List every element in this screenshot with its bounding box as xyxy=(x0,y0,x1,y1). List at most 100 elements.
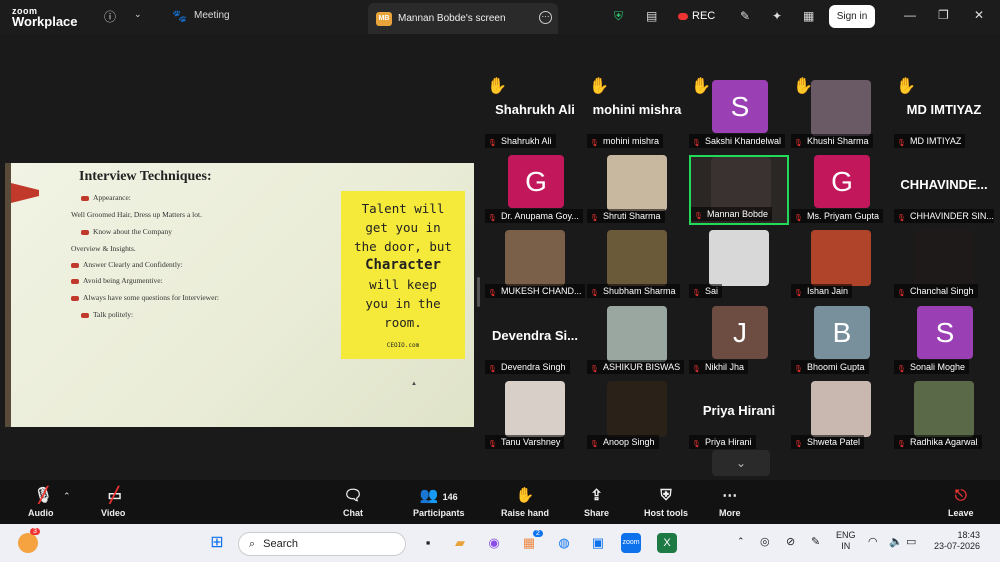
camera-icon[interactable]: ◎ xyxy=(760,535,770,548)
participant-tile[interactable]: S 🎙 Sonali Moghe xyxy=(894,306,994,376)
note-line: Talent will xyxy=(361,201,445,216)
mic-muted-icon: 🎙 xyxy=(794,215,803,222)
battery-icon[interactable]: ▭ xyxy=(906,535,916,548)
network-off-icon[interactable]: ⊘ xyxy=(786,535,795,548)
participant-display-name: Devendra Si... xyxy=(492,328,578,343)
sign-in-button[interactable]: Sign in xyxy=(829,5,875,28)
chevron-up-icon[interactable]: ⌃ xyxy=(737,536,745,547)
participant-name: 🎙 mohini mishra xyxy=(587,134,664,148)
hand-icon: ✋ xyxy=(515,487,535,504)
wand-icon[interactable]: ✎ xyxy=(740,9,750,23)
participant-tile[interactable]: mohini mishra ✋ 🎙 mohini mishra xyxy=(587,78,687,150)
participant-tile[interactable]: 🎙 MUKESH CHAND... xyxy=(485,230,585,300)
participant-tile[interactable]: 🎙 Mannan Bobde xyxy=(689,155,789,225)
chat-button[interactable]: 🗨 Chat xyxy=(343,486,363,518)
participant-tile[interactable]: 🎙 Shubham Sharma xyxy=(587,230,687,300)
share-button[interactable]: ⇪ Share xyxy=(584,486,609,518)
participant-tile[interactable]: 🎙 Anoop Singh xyxy=(587,381,687,451)
layout-icon[interactable]: ▦ xyxy=(803,9,814,23)
chevron-up-icon[interactable]: ⌃ xyxy=(63,491,71,502)
shield-icon[interactable]: ⛨ xyxy=(614,9,623,24)
search-box[interactable]: ⌕ Search xyxy=(238,532,406,556)
slide-bullet: Answer Clearly and Confidently: xyxy=(71,260,183,269)
volume-icon[interactable]: 🔈 xyxy=(889,535,903,548)
file-explorer-icon[interactable]: ▰ xyxy=(450,533,470,553)
app-icon[interactable]: ▣ xyxy=(588,533,608,553)
pen-icon[interactable]: ✎ xyxy=(811,535,820,548)
participant-tile[interactable]: Priya Hirani 🎙 Priya Hirani xyxy=(689,381,789,451)
more-dots-icon[interactable]: ··· xyxy=(539,11,552,24)
share-tab[interactable]: MB Mannan Bobde's screen ··· xyxy=(368,3,558,34)
participant-tile[interactable]: S ✋ 🎙 Sakshi Khandelwal xyxy=(689,78,789,150)
video-label: Video xyxy=(101,508,126,518)
leave-button[interactable]: ⎋ Leave xyxy=(948,486,974,518)
weather-icon[interactable] xyxy=(18,533,38,553)
participant-tile[interactable]: G 🎙 Dr. Anupama Goy... xyxy=(485,155,585,225)
wifi-icon[interactable]: ◠ xyxy=(868,535,878,548)
participant-name: 🎙 ASHIKUR BISWAS xyxy=(587,360,685,374)
raised-hand-icon: ✋ xyxy=(589,78,609,95)
copilot-icon[interactable]: ◉ xyxy=(484,533,504,553)
video-off-icon: ▭╱ xyxy=(107,487,122,504)
participant-tile[interactable]: 🎙 Sai xyxy=(689,230,789,300)
zoom-taskbar-icon[interactable]: zoom xyxy=(621,533,641,553)
meeting-tab[interactable]: Meeting xyxy=(194,10,230,21)
share-tab-label: Mannan Bobde's screen xyxy=(398,13,506,24)
recording-indicator[interactable]: REC xyxy=(678,10,715,22)
restore-icon[interactable]: ❐ xyxy=(938,8,949,22)
slide-bullet: Appearance: xyxy=(81,193,131,202)
edge-icon[interactable]: ◍ xyxy=(554,533,574,553)
raise-hand-button[interactable]: ✋ Raise hand xyxy=(501,486,549,518)
participants-button[interactable]: 👥 146 Participants xyxy=(413,486,465,518)
participant-name: 🎙 Shweta Patel xyxy=(791,435,865,449)
note-logo: CEOIO.com xyxy=(386,342,420,349)
lang-region: IN xyxy=(841,541,851,551)
notes-icon[interactable]: ▤ xyxy=(646,9,657,23)
participant-tile[interactable]: J 🎙 Nikhil Jha xyxy=(689,306,789,376)
audio-label: Audio xyxy=(28,508,54,518)
panel-resize-handle[interactable] xyxy=(477,277,480,307)
participant-tile[interactable]: Devendra Si... 🎙 Devendra Singh xyxy=(485,306,585,376)
mic-muted-icon: 🎙 xyxy=(590,140,599,147)
participant-tile[interactable]: Shahrukh Ali ✋ 🎙 Shahrukh Ali xyxy=(485,78,585,150)
mic-muted-icon: 🎙 xyxy=(590,366,599,373)
participant-tile[interactable]: 🎙 Shruti Sharma xyxy=(587,155,687,225)
language-indicator[interactable]: ENG IN xyxy=(836,530,856,552)
participant-tile[interactable]: 🎙 Shweta Patel xyxy=(791,381,891,451)
participant-name: 🎙 Khushi Sharma xyxy=(791,134,873,148)
participant-tile[interactable]: 🎙 Ishan Jain xyxy=(791,230,891,300)
participant-name: 🎙 Anoop Singh xyxy=(587,435,659,449)
audio-button[interactable]: 🎙╱ Audio xyxy=(28,486,54,518)
more-button[interactable]: ⋯ More xyxy=(719,486,741,518)
chevron-down-icon[interactable]: ⌄ xyxy=(134,9,142,20)
participant-tile[interactable]: 🎙 Radhika Agarwal xyxy=(894,381,994,451)
participant-tile[interactable]: 🎙 Chanchal Singh xyxy=(894,230,994,300)
clock[interactable]: 18:43 23-07-2026 xyxy=(934,530,980,552)
leave-label: Leave xyxy=(948,508,974,518)
participants-count: 146 xyxy=(442,492,458,502)
excel-icon[interactable]: X xyxy=(657,533,677,553)
video-button[interactable]: ▭╱ Video xyxy=(101,486,125,518)
participant-display-name: CHHAVINDE... xyxy=(900,177,988,192)
participant-tile[interactable]: B 🎙 Bhoomi Gupta xyxy=(791,306,891,376)
windows-start-icon[interactable]: ⊞ xyxy=(207,533,227,553)
minimize-icon[interactable]: — xyxy=(904,8,916,22)
participant-tile[interactable]: G 🎙 Ms. Priyam Gupta xyxy=(791,155,891,225)
host-tools-button[interactable]: ⛨ Host tools xyxy=(644,486,688,518)
participant-tile[interactable]: MD IMTIYAZ ✋ 🎙 MD IMTIYAZ xyxy=(894,78,994,150)
info-icon[interactable]: ⓘ xyxy=(104,8,116,25)
participant-display-name: MD IMTIYAZ xyxy=(906,102,982,117)
participant-tile[interactable]: CHHAVINDE... 🎙 CHHAVINDER SIN... xyxy=(894,155,994,225)
avatar: S xyxy=(712,80,768,133)
scroll-down-button[interactable]: ⌄ xyxy=(712,450,770,476)
sparkle-icon[interactable]: ✦ xyxy=(772,9,782,23)
participant-tile[interactable]: 🎙 ASHIKUR BISWAS xyxy=(587,306,687,376)
participant-name: 🎙 Shruti Sharma xyxy=(587,209,665,223)
close-icon[interactable]: ✕ xyxy=(974,8,984,22)
participant-display-name: Shahrukh Ali xyxy=(495,102,575,117)
mic-muted-icon: 🎙 xyxy=(488,215,497,222)
task-view-icon[interactable]: ▪ xyxy=(418,533,438,553)
participant-name: 🎙 Devendra Singh xyxy=(485,360,570,374)
participant-tile[interactable]: ✋ 🎙 Khushi Sharma xyxy=(791,78,891,150)
participant-tile[interactable]: 🎙 Tanu Varshney xyxy=(485,381,585,451)
